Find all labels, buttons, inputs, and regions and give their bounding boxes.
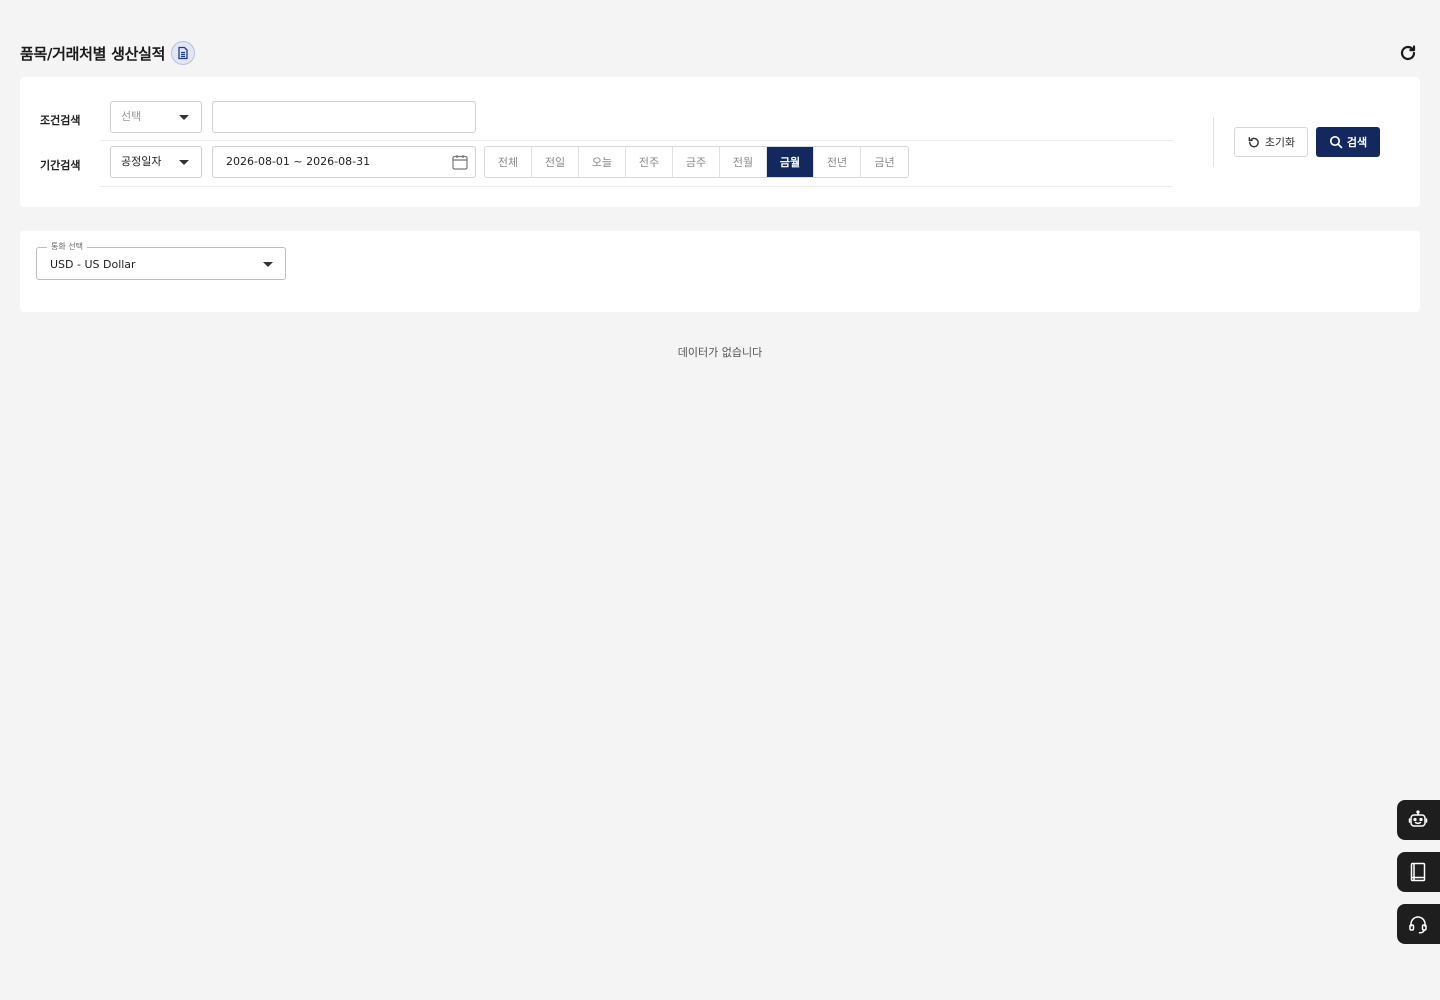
- robot-assistant-icon: [1408, 810, 1428, 827]
- period-button-1[interactable]: 전일: [532, 147, 579, 177]
- page-header: 품목/거래처별 생산실적: [20, 40, 1420, 66]
- chevron-down-icon: [179, 115, 189, 120]
- manual-book-icon: [1410, 862, 1426, 882]
- document-icon[interactable]: [171, 41, 196, 65]
- refresh-icon[interactable]: [1398, 43, 1418, 63]
- period-button-3[interactable]: 전주: [626, 147, 673, 177]
- chevron-down-icon: [263, 262, 273, 267]
- period-type-select-value: 공정일자: [121, 155, 162, 168]
- chevron-down-icon: [179, 160, 189, 165]
- period-button-7[interactable]: 전년: [814, 147, 861, 177]
- manual-book-button[interactable]: [1397, 852, 1440, 892]
- row-divider: [100, 140, 1173, 141]
- date-range-input[interactable]: 2026-08-01 ~ 2026-08-31: [212, 146, 476, 178]
- period-button-5[interactable]: 전월: [720, 147, 767, 177]
- search-icon: [1329, 135, 1343, 149]
- period-button-group: 전체 전일 오늘 전주 금주 전월 금월 전년 금년: [484, 146, 909, 178]
- row-divider: [100, 186, 1173, 187]
- headset-support-button[interactable]: [1397, 904, 1440, 944]
- empty-state-message: 데이터가 없습니다: [677, 346, 763, 359]
- search-button-label: 검색: [1346, 136, 1368, 149]
- action-divider: [1213, 117, 1214, 167]
- period-search-row: 기간검색 공정일자 2026-08-01 ~ 2026-08-31 전체 전일 오늘…: [20, 142, 1190, 186]
- reset-button-label: 초기화: [1264, 136, 1296, 149]
- currency-panel: 통화 선택 USD - US Dollar: [20, 231, 1420, 312]
- condition-search-input[interactable]: [212, 101, 476, 133]
- headset-support-icon: [1409, 916, 1427, 934]
- search-panel: 조건검색 선택 기간검색 공정일자 2026-08-01 ~ 2026-08-3…: [20, 77, 1420, 207]
- search-button[interactable]: 검색: [1316, 127, 1380, 157]
- currency-select-label: 통화 선택: [47, 242, 87, 252]
- page-title: 품목/거래처별 생산실적: [20, 44, 166, 63]
- robot-assistant-button[interactable]: [1397, 800, 1440, 840]
- date-range-value: 2026-08-01 ~ 2026-08-31: [226, 155, 371, 168]
- condition-select[interactable]: 선택: [110, 101, 202, 133]
- period-type-select[interactable]: 공정일자: [110, 146, 202, 178]
- condition-search-row: 조건검색 선택: [20, 97, 1190, 141]
- condition-select-value: 선택: [121, 110, 142, 123]
- reset-button[interactable]: 초기화: [1234, 127, 1308, 157]
- period-button-4[interactable]: 금주: [673, 147, 720, 177]
- currency-select-value: USD - US Dollar: [50, 258, 136, 271]
- period-search-label: 기간검색: [40, 159, 81, 172]
- period-button-6[interactable]: 금월: [767, 147, 814, 177]
- currency-select[interactable]: 통화 선택 USD - US Dollar: [36, 242, 286, 280]
- period-button-2[interactable]: 오늘: [579, 147, 626, 177]
- calendar-icon[interactable]: [451, 153, 469, 171]
- period-button-0[interactable]: 전체: [485, 147, 532, 177]
- reset-icon: [1248, 136, 1259, 147]
- condition-search-label: 조건검색: [40, 114, 81, 127]
- period-button-8[interactable]: 금년: [861, 147, 908, 177]
